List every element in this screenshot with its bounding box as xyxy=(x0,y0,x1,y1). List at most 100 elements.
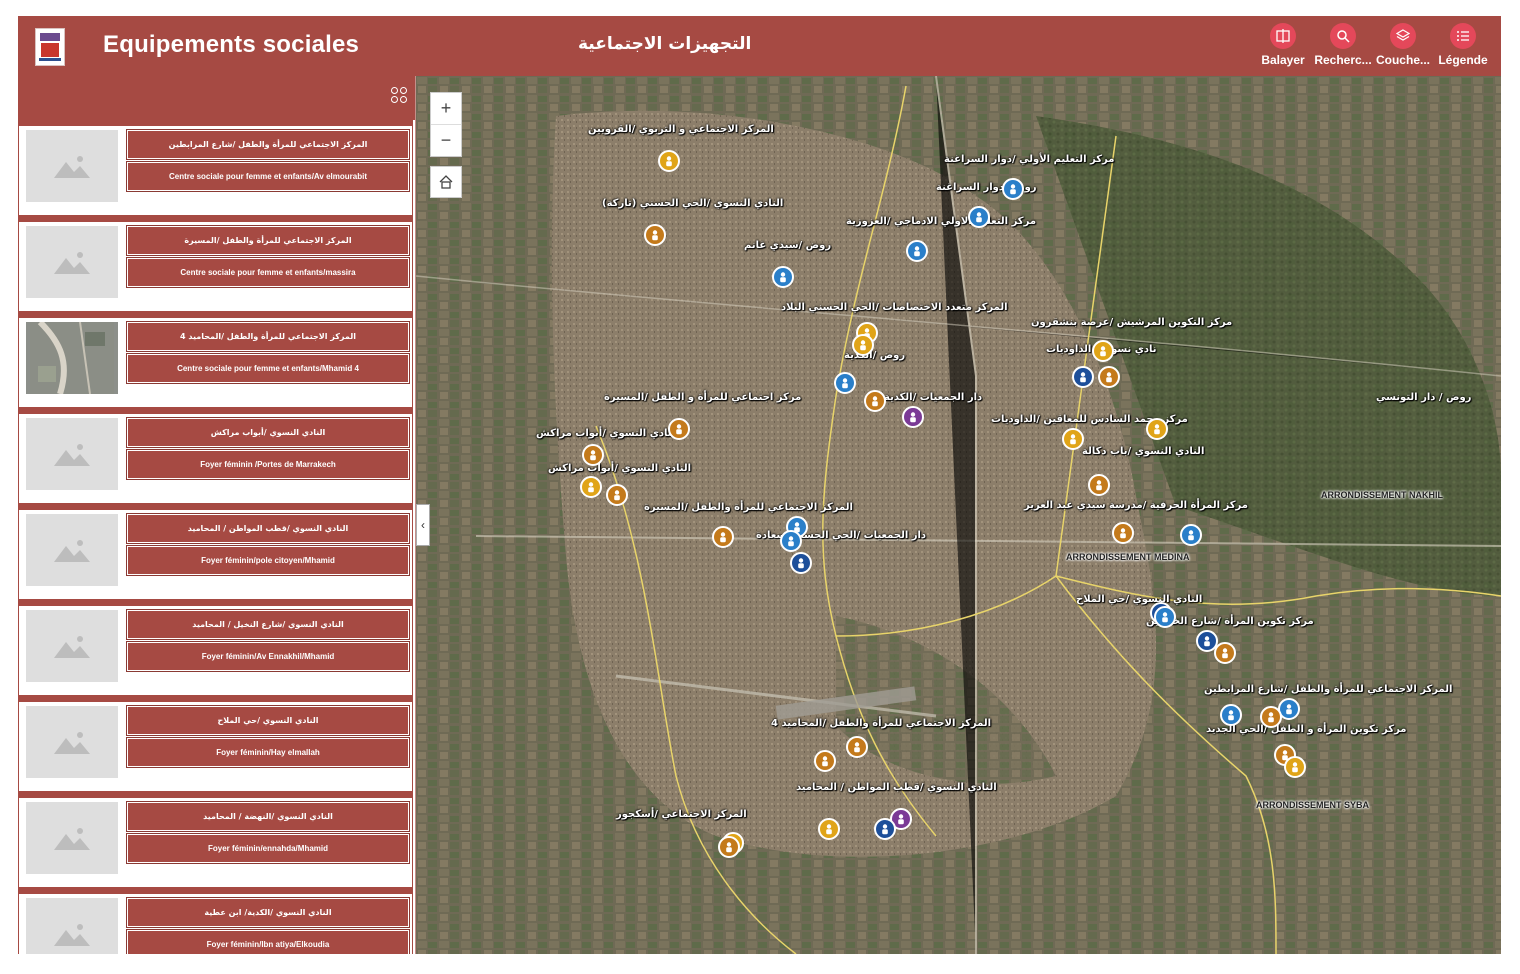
feature-card[interactable]: النادي النسوي /النهضة / المحاميد Foyer fé… xyxy=(18,792,413,888)
facility-marker-icon[interactable] xyxy=(1180,524,1202,546)
facility-marker-icon[interactable] xyxy=(1112,522,1134,544)
facility-marker-icon[interactable] xyxy=(852,334,874,356)
facility-marker-icon[interactable] xyxy=(1062,428,1084,450)
district-label: ARRONDISSEMENT MEDINA xyxy=(1066,552,1190,562)
facility-label: مركز التكوين المرشيش /عرصة بنشقرون xyxy=(1031,317,1233,328)
legend-tool-label: Légende xyxy=(1438,53,1488,67)
facility-label: النادي النسوي /باب دكالة xyxy=(1082,446,1205,457)
facility-marker-icon[interactable] xyxy=(718,836,740,858)
facility-label: المركز الاجتماعي للمرأة والطفل /المسيرة xyxy=(644,502,853,513)
facility-marker-icon[interactable] xyxy=(1088,474,1110,496)
feature-card[interactable]: المركز الاجتماعي للمرأة والطفل /المسيرة C… xyxy=(18,216,413,312)
facility-marker-icon[interactable] xyxy=(1220,704,1242,726)
feature-name-arabic[interactable]: النادي النسوي /أبواب مراكش xyxy=(126,417,410,448)
collapse-panel-button[interactable]: ‹ xyxy=(416,504,430,546)
zoom-control: + − xyxy=(430,92,462,157)
facility-marker-icon[interactable] xyxy=(780,530,802,552)
municipality-logo xyxy=(35,28,65,66)
app-header: Equipements sociales التجهيزات الاجتماعي… xyxy=(18,16,1501,76)
feature-card[interactable]: النادي النسوي /حي الملاح Foyer féminin/Ha… xyxy=(18,696,413,792)
facility-marker-icon[interactable] xyxy=(968,206,990,228)
facility-marker-icon[interactable] xyxy=(818,818,840,840)
layers-icon xyxy=(1390,23,1416,49)
feature-card[interactable]: النادي النسوي /الكدية/ ابن عطية Foyer fém… xyxy=(18,888,413,954)
feature-name-french[interactable]: Centre sociale pour femme et enfants/Av … xyxy=(126,161,410,192)
facility-marker-icon[interactable] xyxy=(712,526,734,548)
facility-marker-icon[interactable] xyxy=(606,484,628,506)
zoom-in-button[interactable]: + xyxy=(431,93,461,124)
layers-tool-button[interactable]: Couche... xyxy=(1373,20,1433,76)
facility-marker-icon[interactable] xyxy=(1098,366,1120,388)
facility-marker-icon[interactable] xyxy=(846,736,868,758)
map-view[interactable]: + − ‹ ARRONDISSEMENT NAKHIL ARRONDISSEME… xyxy=(416,76,1501,954)
feature-name-arabic[interactable]: المركز الاجتماعي للمرأة والطفل /شارع الم… xyxy=(126,129,410,160)
feature-name-arabic[interactable]: النادي النسوي /شارع النخيل / المحاميد xyxy=(126,609,410,640)
facility-label: مركز التعليم الأولي /دوار السراغنة xyxy=(944,154,1115,165)
home-button[interactable] xyxy=(430,166,462,198)
feature-name-french[interactable]: Centre sociale pour femme et enfants/mas… xyxy=(126,257,410,288)
feature-photo xyxy=(26,322,118,394)
facility-marker-icon[interactable] xyxy=(1072,366,1094,388)
feature-card[interactable]: النادي النسوي /قطب المواطن / المحاميد Foy… xyxy=(18,504,413,600)
facility-marker-icon[interactable] xyxy=(580,476,602,498)
image-placeholder-icon xyxy=(26,514,118,586)
image-placeholder-icon xyxy=(26,610,118,682)
facility-marker-icon[interactable] xyxy=(772,266,794,288)
facility-marker-icon[interactable] xyxy=(644,224,666,246)
feature-card[interactable]: النادي النسوي /شارع النخيل / المحاميد Foy… xyxy=(18,600,413,696)
facility-label: النادي النسوي /قطب المواطن / المحاميد xyxy=(796,782,997,793)
app-frame: Equipements sociales التجهيزات الاجتماعي… xyxy=(18,16,1501,954)
facility-label: مركز اجتماعي للمرأة و الطفل /المسيرة xyxy=(604,392,802,403)
feature-name-french[interactable]: Foyer féminin/ennahda/Mhamid xyxy=(126,833,410,864)
legend-tool-button[interactable]: Légende xyxy=(1433,20,1493,76)
facility-marker-icon[interactable] xyxy=(790,552,812,574)
facility-marker-icon[interactable] xyxy=(906,240,928,262)
facility-label: روض /الكدية xyxy=(844,350,906,361)
facility-marker-icon[interactable] xyxy=(1284,756,1306,778)
feature-name-french[interactable]: Foyer féminin /Portes de Marrakech xyxy=(126,449,410,480)
feature-name-arabic[interactable]: المركز الاجتماعي للمرأة والطفل /المسيرة xyxy=(126,225,410,256)
facility-label: روض / دار التونسي xyxy=(1376,392,1472,403)
feature-card[interactable]: المركز الاجتماعي للمرأة والطفل /شارع الم… xyxy=(18,120,413,216)
feature-name-french[interactable]: Foyer féminin/Hay elmallah xyxy=(126,737,410,768)
facility-marker-icon[interactable] xyxy=(864,390,886,412)
feature-name-arabic[interactable]: النادي النسوي /قطب المواطن / المحاميد xyxy=(126,513,410,544)
feature-name-french[interactable]: Centre sociale pour femme et enfants/Mha… xyxy=(126,353,410,384)
feature-name-arabic[interactable]: النادي النسوي /الكدية/ ابن عطية xyxy=(126,897,410,928)
zoom-out-button[interactable]: − xyxy=(431,124,461,156)
facility-label: النادي النسوي /الحي الحسني (تاركة) xyxy=(602,198,784,209)
facility-label: المركز الاجتماعي للمرأة والطفل /المحاميد… xyxy=(771,718,991,729)
image-placeholder-icon xyxy=(26,706,118,778)
feature-card[interactable]: المركز الاجتماعي للمرأة والطفل /المحاميد… xyxy=(18,312,413,408)
feature-name-arabic[interactable]: المركز الاجتماعي للمرأة والطفل /المحاميد… xyxy=(126,321,410,352)
district-label: ARRONDISSEMENT SYBA xyxy=(1256,800,1370,810)
facility-marker-icon[interactable] xyxy=(834,372,856,394)
grid-view-icon[interactable] xyxy=(391,87,407,103)
facility-marker-icon[interactable] xyxy=(1002,178,1024,200)
feature-name-arabic[interactable]: النادي النسوي /النهضة / المحاميد xyxy=(126,801,410,832)
facility-marker-icon[interactable] xyxy=(658,150,680,172)
facility-label: مركز التعليم الاولي الادماجي /العزوزية xyxy=(846,216,1037,227)
facility-marker-icon[interactable] xyxy=(874,818,896,840)
facility-marker-icon[interactable] xyxy=(1260,706,1282,728)
home-icon xyxy=(439,175,453,189)
facility-marker-icon[interactable] xyxy=(1092,340,1114,362)
search-tool-button[interactable]: Recherc... xyxy=(1313,20,1373,76)
feature-name-french[interactable]: Foyer féminin/pole citoyen/Mhamid xyxy=(126,545,410,576)
swipe-tool-button[interactable]: Balayer xyxy=(1253,20,1313,76)
image-placeholder-icon xyxy=(26,130,118,202)
feature-card[interactable]: النادي النسوي /أبواب مراكش Foyer féminin … xyxy=(18,408,413,504)
feature-name-french[interactable]: Foyer féminin/Ibn atiya/Elkoudia xyxy=(126,929,410,954)
facility-marker-icon[interactable] xyxy=(814,750,836,772)
search-icon xyxy=(1330,23,1356,49)
facility-label: المركز الاجتماعي و التربوي /القرويين xyxy=(588,124,774,135)
facility-marker-icon[interactable] xyxy=(668,418,690,440)
feature-name-french[interactable]: Foyer féminin/Av Ennakhil/Mhamid xyxy=(126,641,410,672)
facility-marker-icon[interactable] xyxy=(582,444,604,466)
feature-name-arabic[interactable]: النادي النسوي /حي الملاح xyxy=(126,705,410,736)
facility-marker-icon[interactable] xyxy=(1154,606,1176,628)
facility-marker-icon[interactable] xyxy=(1146,418,1168,440)
facility-marker-icon[interactable] xyxy=(1214,642,1236,664)
app-title-arabic: التجهيزات الاجتماعية xyxy=(578,34,752,54)
facility-marker-icon[interactable] xyxy=(902,406,924,428)
